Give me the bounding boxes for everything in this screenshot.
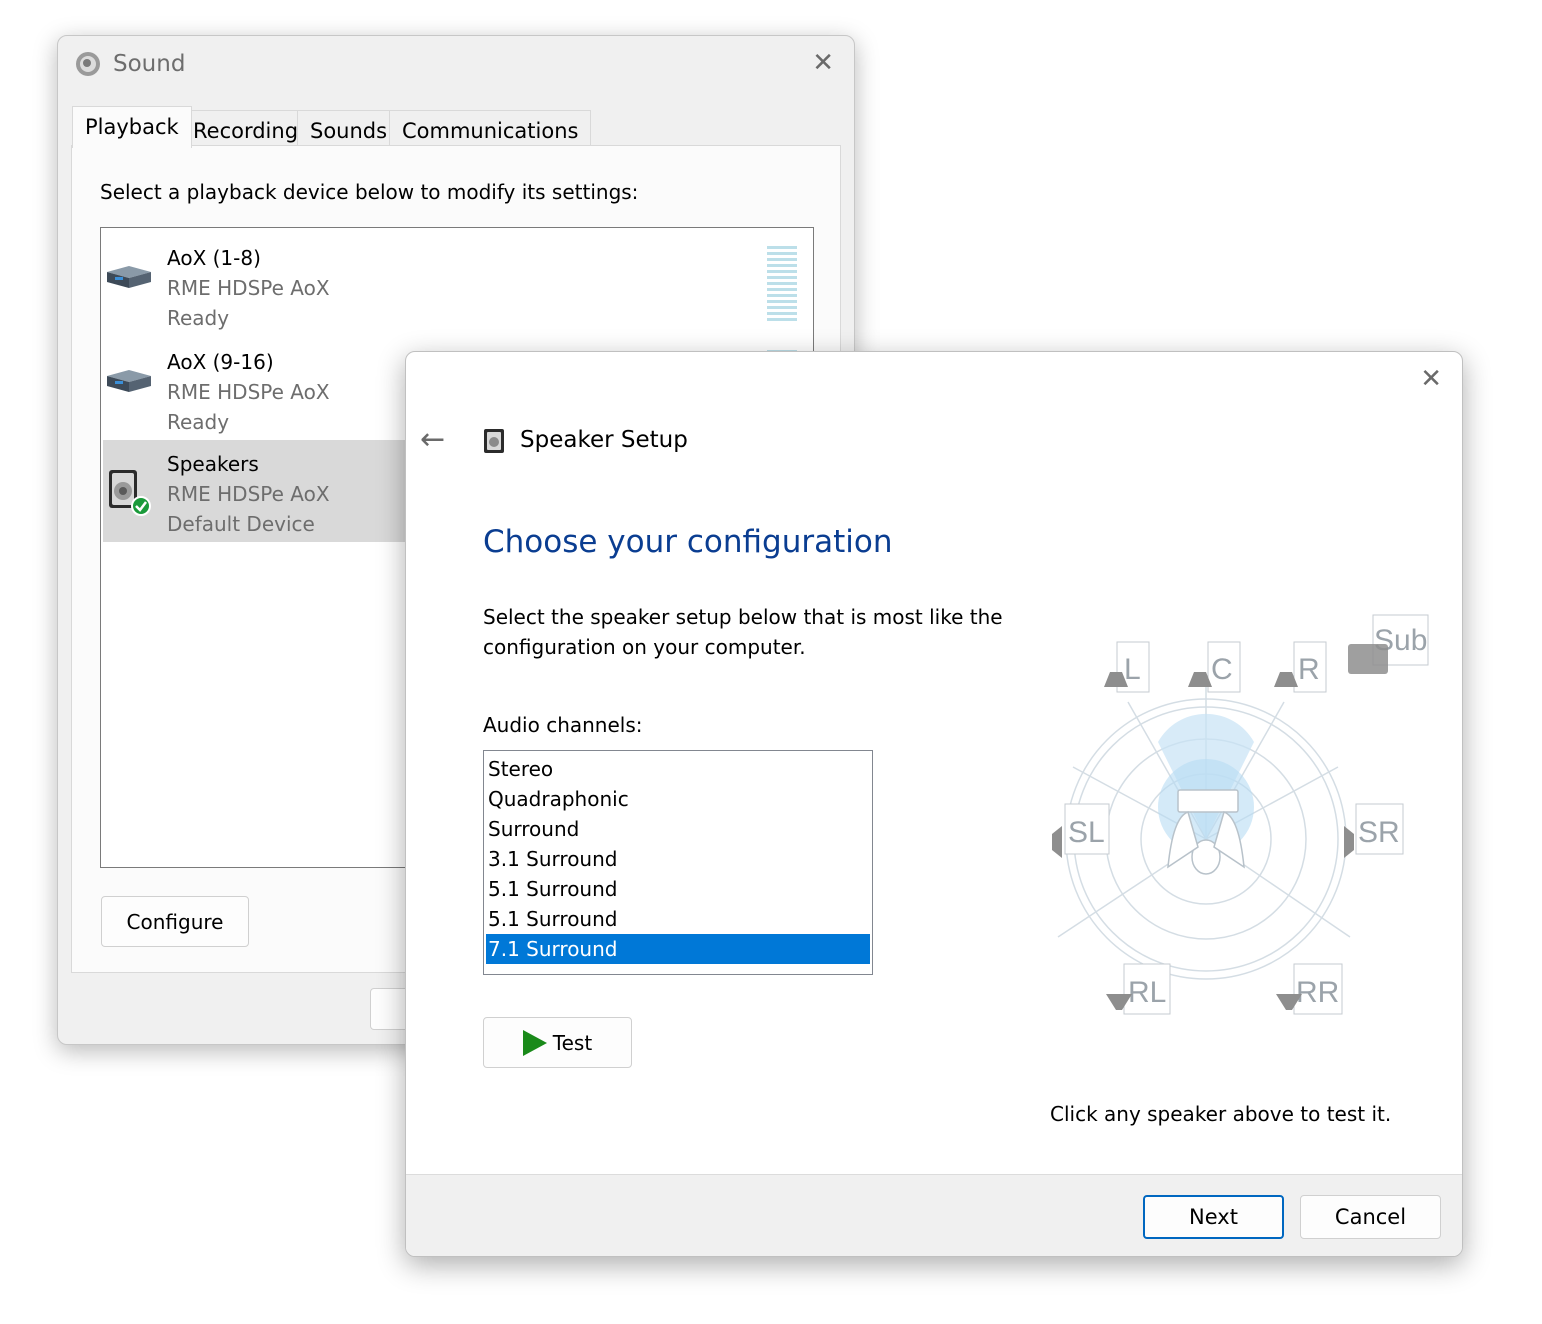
volume-meter xyxy=(767,246,797,326)
speaker-device-icon xyxy=(109,470,151,516)
svg-text:SR: SR xyxy=(1358,816,1400,849)
test-button[interactable]: Test xyxy=(483,1017,632,1068)
speaker-setup-window: ✕ ← Speaker Setup Choose your configurat… xyxy=(405,351,1463,1257)
svg-text:SL: SL xyxy=(1068,816,1105,849)
cancel-button[interactable]: Cancel xyxy=(1300,1195,1441,1239)
speaker-rl: RL xyxy=(1106,963,1171,1015)
svg-text:RR: RR xyxy=(1296,976,1339,1009)
device-name: Speakers xyxy=(167,452,259,476)
tab-recording[interactable]: Recording xyxy=(180,110,312,148)
svg-text:RL: RL xyxy=(1128,976,1166,1009)
speaker-r: R xyxy=(1274,641,1327,693)
audio-channels-list[interactable]: Stereo Quadraphonic Surround 3.1 Surroun… xyxy=(483,750,873,975)
device-name: AoX (1-8) xyxy=(167,246,261,270)
speaker-icon xyxy=(76,52,100,76)
page-heading: Choose your configuration xyxy=(483,524,893,560)
audio-interface-icon xyxy=(107,266,151,288)
channel-option[interactable]: 5.1 Surround xyxy=(486,904,870,934)
audio-interface-icon xyxy=(107,370,151,392)
channel-option[interactable]: Quadraphonic xyxy=(486,784,870,814)
device-item-aox-1-8[interactable]: AoX (1-8) RME HDSPe AoX Ready xyxy=(103,234,811,336)
tab-playback[interactable]: Playback xyxy=(72,106,192,148)
channel-option-selected[interactable]: 7.1 Surround xyxy=(486,934,870,964)
play-icon xyxy=(522,1029,547,1056)
speaker-icon xyxy=(484,429,504,453)
channel-option[interactable]: Stereo xyxy=(486,754,870,784)
window-title: Sound xyxy=(113,51,186,77)
channel-option[interactable]: 5.1 Surround xyxy=(486,874,870,904)
channel-option[interactable]: Surround xyxy=(486,814,870,844)
speaker-l: L xyxy=(1104,641,1150,693)
device-status: Ready xyxy=(167,306,230,330)
instruction-text: Select a playback device below to modify… xyxy=(100,180,639,204)
close-icon[interactable]: ✕ xyxy=(812,50,834,76)
device-driver: RME HDSPe AoX xyxy=(167,482,330,506)
speaker-sub: Sub xyxy=(1348,614,1429,674)
speaker-sl: SL xyxy=(1052,803,1110,858)
tab-sounds[interactable]: Sounds xyxy=(297,110,401,148)
description-text: Select the speaker setup below that is m… xyxy=(483,605,1003,659)
speaker-rr: RR xyxy=(1276,963,1343,1015)
speaker-sr: SR xyxy=(1344,803,1404,858)
configure-button[interactable]: Configure xyxy=(101,896,249,947)
svg-text:R: R xyxy=(1298,653,1320,686)
device-status: Default Device xyxy=(167,512,315,536)
next-button[interactable]: Next xyxy=(1143,1195,1284,1239)
device-driver: RME HDSPe AoX xyxy=(167,380,330,404)
device-name: AoX (9-16) xyxy=(167,350,274,374)
speaker-c: C xyxy=(1188,641,1241,693)
svg-text:C: C xyxy=(1211,653,1233,686)
svg-text:L: L xyxy=(1124,653,1141,686)
close-icon[interactable]: ✕ xyxy=(1420,366,1442,392)
back-arrow-icon[interactable]: ← xyxy=(420,422,445,457)
speaker-diagram: L C R Sub SL SR RL RR xyxy=(1052,614,1429,1015)
test-label: Test xyxy=(552,1030,593,1055)
wizard-title: Speaker Setup xyxy=(520,427,688,453)
audio-channels-label: Audio channels: xyxy=(483,713,643,737)
wizard-footer: Next Cancel xyxy=(406,1174,1462,1256)
tab-communications[interactable]: Communications xyxy=(389,110,592,148)
channel-option[interactable]: 3.1 Surround xyxy=(486,844,870,874)
device-status: Ready xyxy=(167,410,230,434)
device-driver: RME HDSPe AoX xyxy=(167,276,330,300)
test-hint-text: Click any speaker above to test it. xyxy=(1050,1102,1392,1126)
